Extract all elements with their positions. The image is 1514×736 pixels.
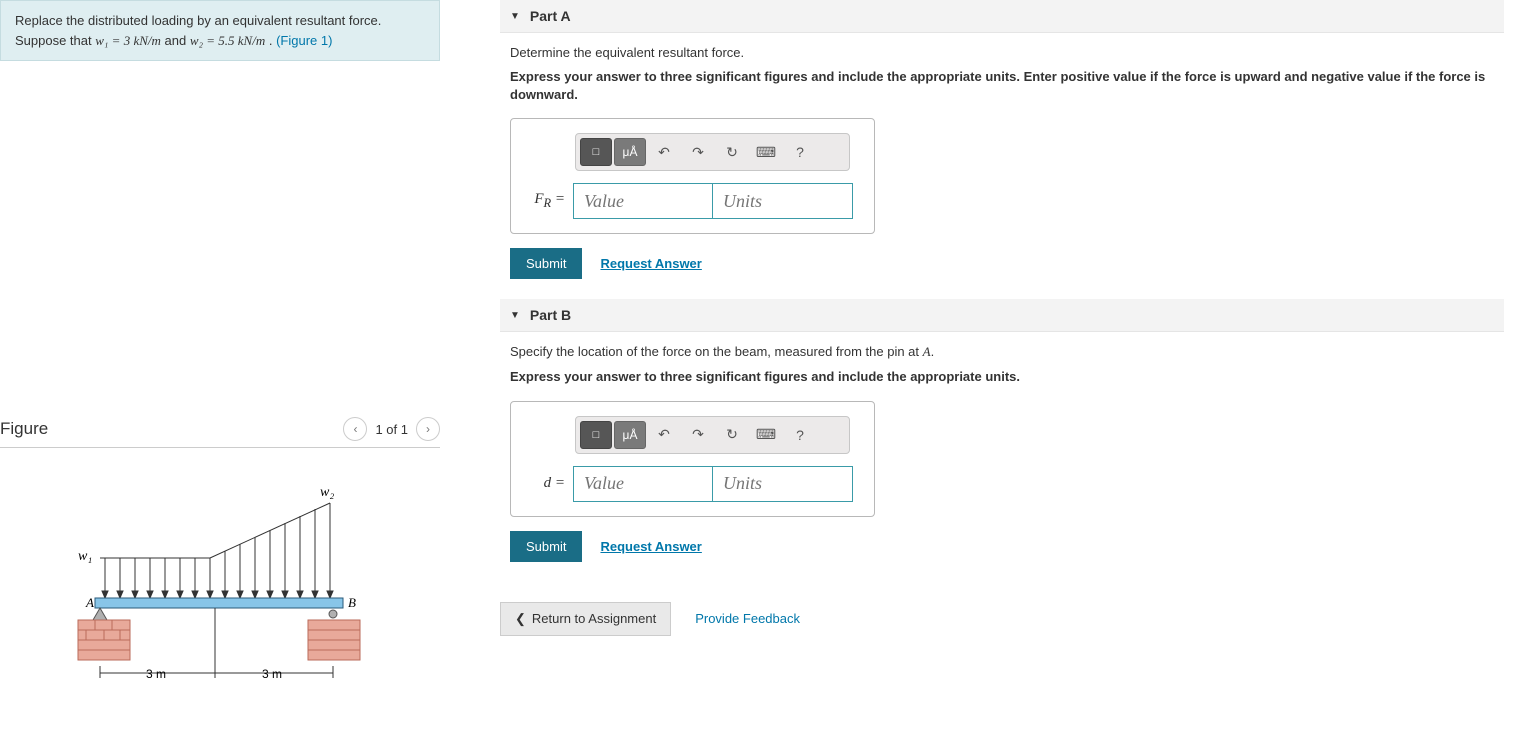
part-a-answer-box: □ μÅ ↶ ↷ ↻ ⌨ ? FR = <box>510 118 875 234</box>
undo-button[interactable]: ↶ <box>648 138 680 166</box>
part-a-units-input[interactable] <box>713 183 853 219</box>
w2-equation: w₂ = 5.5 kN/m <box>190 33 265 48</box>
figure-next-button[interactable]: › <box>416 417 440 441</box>
figure-prev-button[interactable]: ‹ <box>343 417 367 441</box>
return-to-assignment-button[interactable]: ❮ Return to Assignment <box>500 602 671 636</box>
toolbar-a: □ μÅ ↶ ↷ ↻ ⌨ ? <box>575 133 850 171</box>
undo-button[interactable]: ↶ <box>648 421 680 449</box>
w1-equation: w₁ = 3 kN/m <box>95 33 161 48</box>
part-a-var-label: FR = <box>525 191 565 211</box>
chevron-left-icon: ‹ <box>353 422 357 436</box>
redo-button[interactable]: ↷ <box>682 421 714 449</box>
chevron-right-icon: › <box>426 422 430 436</box>
figure-header: Figure ‹ 1 of 1 › <box>0 411 440 448</box>
help-icon: ? <box>796 144 804 160</box>
dim-1: 3 m <box>146 667 166 681</box>
problem-line2-suffix: . <box>269 33 276 48</box>
reset-icon: ↻ <box>726 426 738 443</box>
provide-feedback-link[interactable]: Provide Feedback <box>695 611 800 626</box>
caret-down-icon: ▼ <box>510 11 520 22</box>
part-b-bold: Express your answer to three significant… <box>510 368 1494 386</box>
problem-line2-prefix: Suppose that <box>15 33 95 48</box>
part-b-units-input[interactable] <box>713 466 853 502</box>
undo-icon: ↶ <box>658 144 670 161</box>
keyboard-icon: ⌨ <box>756 144 776 161</box>
chevron-left-icon: ❮ <box>515 611 526 627</box>
reset-button[interactable]: ↻ <box>716 421 748 449</box>
part-a-header[interactable]: ▼ Part A <box>500 0 1504 33</box>
keyboard-button[interactable]: ⌨ <box>750 421 782 449</box>
figure-link[interactable]: (Figure 1) <box>276 33 332 48</box>
units-format-button[interactable]: μÅ <box>614 138 646 166</box>
units-format-button[interactable]: μÅ <box>614 421 646 449</box>
templates-button[interactable]: □ <box>580 138 612 166</box>
part-b-submit-button[interactable]: Submit <box>510 531 582 562</box>
caret-down-icon: ▼ <box>510 310 520 321</box>
part-b-instruction: Specify the location of the force on the… <box>510 344 1494 360</box>
reset-button[interactable]: ↻ <box>716 138 748 166</box>
part-b-answer-box: □ μÅ ↶ ↷ ↻ ⌨ ? d = <box>510 401 875 517</box>
part-b-title: Part B <box>530 307 571 323</box>
part-b-var-label: d = <box>525 475 565 492</box>
part-b-header[interactable]: ▼ Part B <box>500 299 1504 332</box>
help-button[interactable]: ? <box>784 421 816 449</box>
reset-icon: ↻ <box>726 144 738 161</box>
redo-button[interactable]: ↷ <box>682 138 714 166</box>
templates-button[interactable]: □ <box>580 421 612 449</box>
label-A: A <box>85 595 94 610</box>
keyboard-icon: ⌨ <box>756 426 776 443</box>
part-a-instruction: Determine the equivalent resultant force… <box>510 45 1494 60</box>
part-a-bold: Express your answer to three significant… <box>510 68 1494 104</box>
help-icon: ? <box>796 427 804 443</box>
part-a-value-input[interactable] <box>573 183 713 219</box>
label-w1: w₁ <box>78 549 92 564</box>
figure-diagram: w₂ <box>0 468 440 701</box>
figure-title: Figure <box>0 419 48 439</box>
keyboard-button[interactable]: ⌨ <box>750 138 782 166</box>
redo-icon: ↷ <box>692 426 704 443</box>
dim-2: 3 m <box>262 667 282 681</box>
part-b-request-answer[interactable]: Request Answer <box>600 539 701 554</box>
toolbar-b: □ μÅ ↶ ↷ ↻ ⌨ ? <box>575 416 850 454</box>
undo-icon: ↶ <box>658 426 670 443</box>
label-w2: w₂ <box>320 485 334 500</box>
problem-line2-mid: and <box>165 33 190 48</box>
part-a-request-answer[interactable]: Request Answer <box>600 256 701 271</box>
redo-icon: ↷ <box>692 144 704 161</box>
label-B: B <box>348 595 356 610</box>
help-button[interactable]: ? <box>784 138 816 166</box>
part-a-submit-button[interactable]: Submit <box>510 248 582 279</box>
part-b-value-input[interactable] <box>573 466 713 502</box>
figure-counter: 1 of 1 <box>375 422 408 437</box>
problem-statement: Replace the distributed loading by an eq… <box>0 0 440 61</box>
problem-line1: Replace the distributed loading by an eq… <box>15 13 381 28</box>
part-a-title: Part A <box>530 8 571 24</box>
